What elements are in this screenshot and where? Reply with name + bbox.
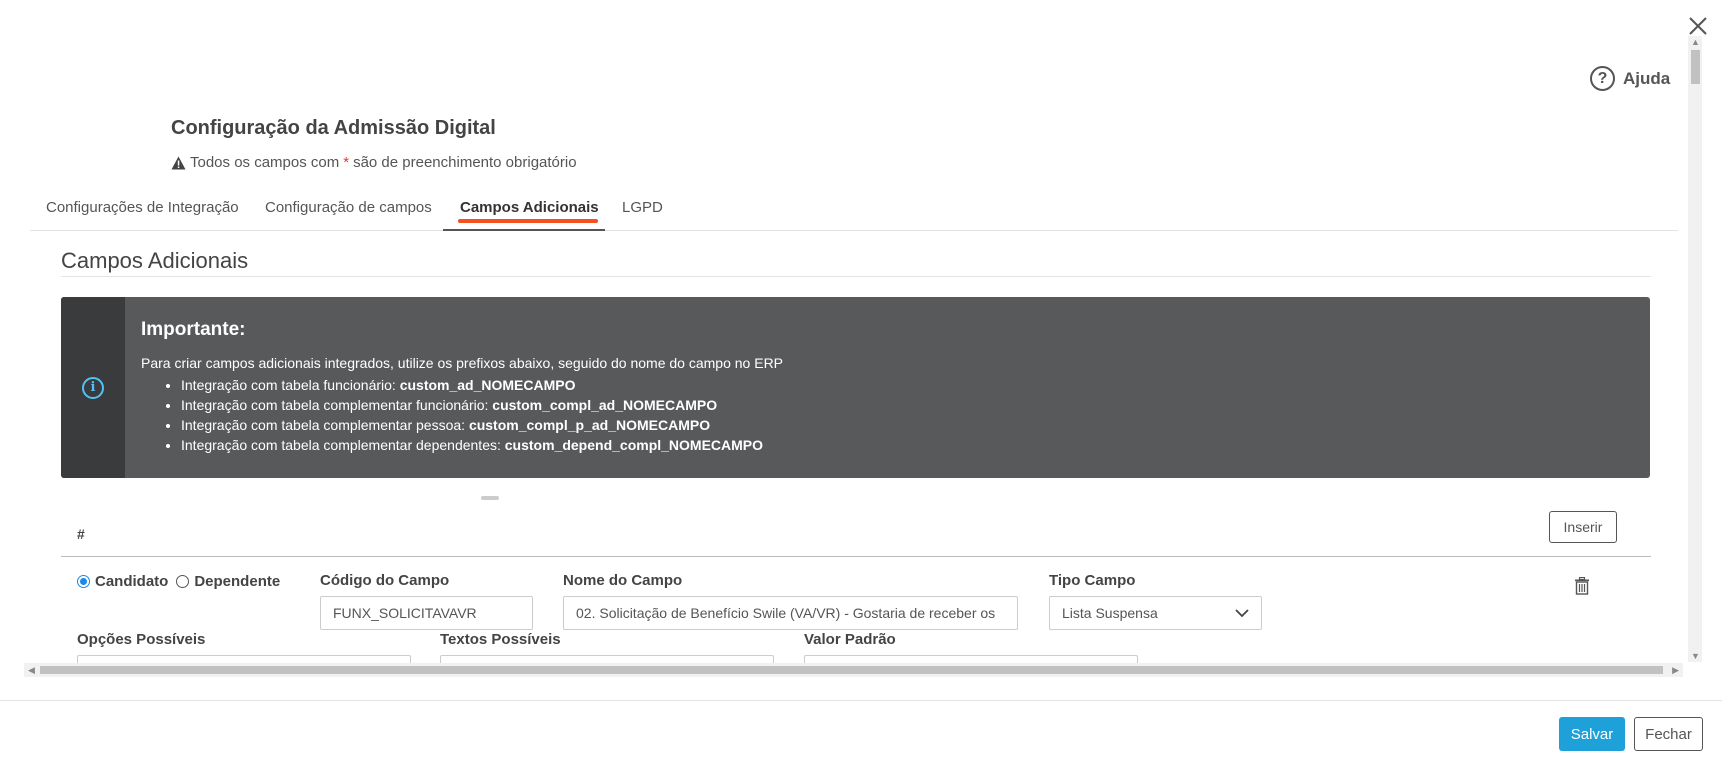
alert-item-text: Integração com tabela complementar funci… [181, 397, 493, 413]
tab-bar: Configurações de Integração Configuração… [30, 192, 1678, 231]
textos-possiveis-label: Textos Possíveis [440, 631, 561, 648]
alert-list-item: Integração com tabela complementar depen… [181, 435, 783, 455]
scroll-left-icon[interactable]: ◀ [28, 665, 35, 676]
alert-list-item: Integração com tabela complementar funci… [181, 395, 783, 415]
alert-text: Para criar campos adicionais integrados,… [141, 355, 784, 371]
important-alert: i Importante: Para criar campos adiciona… [61, 297, 1650, 478]
tipo-campo-label: Tipo Campo [1049, 572, 1136, 589]
alert-icon-panel: i [61, 297, 125, 478]
required-note: Todos os campos com * são de preenchimen… [171, 154, 577, 171]
alert-list-item: Integração com tabela complementar pesso… [181, 415, 783, 435]
table-header-hash: # [77, 526, 85, 542]
footer-divider [0, 700, 1722, 701]
scroll-up-icon[interactable]: ▲ [1691, 37, 1700, 47]
scroll-down-icon[interactable]: ▼ [1691, 651, 1700, 661]
tab-campos-adicionais[interactable]: Campos Adicionais [460, 199, 599, 216]
alert-list-item: Integração com tabela funcionário: custo… [181, 375, 783, 395]
alert-item-prefix: custom_compl_ad_NOMECAMPO [492, 397, 718, 413]
horizontal-scroll-thumb[interactable] [40, 666, 1663, 674]
table-header-divider [61, 556, 1651, 557]
trash-icon[interactable] [1574, 576, 1590, 595]
radio-candidato[interactable] [77, 575, 90, 588]
vertical-scrollbar[interactable]: ▲ ▼ [1688, 36, 1702, 662]
required-note-prefix: Todos os campos com [190, 154, 340, 171]
active-tab-border [443, 229, 605, 231]
drag-handle[interactable] [481, 496, 499, 500]
alert-item-text: Integração com tabela funcionário: [181, 377, 400, 393]
alert-item-prefix: custom_depend_compl_NOMECAMPO [504, 437, 764, 453]
close-button[interactable]: Fechar [1634, 717, 1703, 751]
radio-candidato-label[interactable]: Candidato [95, 573, 168, 590]
vertical-scroll-thumb[interactable] [1691, 50, 1700, 84]
tipo-campo-select[interactable]: Lista Suspensa [1049, 596, 1262, 630]
radio-dependente-label[interactable]: Dependente [194, 573, 280, 590]
required-star: * [343, 154, 350, 171]
save-button[interactable]: Salvar [1559, 717, 1625, 751]
nome-campo-label: Nome do Campo [563, 572, 683, 589]
info-icon: i [82, 376, 104, 399]
alert-item-prefix: custom_ad_NOMECAMPO [399, 377, 576, 393]
codigo-campo-label: Código do Campo [320, 572, 450, 589]
tab-configuracoes-integracao[interactable]: Configurações de Integração [46, 199, 239, 216]
opcoes-possiveis-label: Opções Possíveis [77, 631, 206, 648]
scroll-right-icon[interactable]: ▶ [1672, 665, 1679, 676]
alert-item-text: Integração com tabela complementar depen… [181, 437, 505, 453]
warning-icon [171, 156, 186, 169]
alert-body: Importante: Para criar campos adicionais… [141, 319, 783, 455]
help-label: Ajuda [1623, 68, 1671, 88]
insert-button[interactable]: Inserir [1549, 511, 1617, 543]
tipo-campo-value: Lista Suspensa [1062, 605, 1158, 621]
horizontal-scrollbar[interactable]: ◀ ▶ [24, 663, 1683, 677]
help-link[interactable]: ? Ajuda [1590, 66, 1670, 91]
alert-item-text: Integração com tabela complementar pesso… [181, 417, 469, 433]
radio-dependente[interactable] [176, 575, 190, 588]
valor-padrao-label: Valor Padrão [804, 631, 896, 648]
required-note-suffix: são de preenchimento obrigatório [353, 154, 577, 171]
tab-lgpd[interactable]: LGPD [622, 199, 663, 216]
chevron-down-icon [1235, 608, 1249, 617]
active-tab-indicator [458, 219, 598, 223]
help-icon: ? [1590, 66, 1615, 91]
alert-item-prefix: custom_compl_p_ad_NOMECAMPO [468, 417, 711, 433]
section-divider [61, 276, 1651, 277]
person-type-radio-group: Candidato Dependente [77, 573, 280, 590]
alert-list: Integração com tabela funcionário: custo… [141, 375, 783, 455]
alert-title: Importante: [141, 319, 246, 340]
page-title: Configuração da Admissão Digital [171, 117, 496, 139]
tab-configuracao-campos[interactable]: Configuração de campos [265, 199, 432, 216]
codigo-campo-input[interactable]: FUNX_SOLICITAVAVR [320, 596, 533, 630]
section-title: Campos Adicionais [61, 248, 249, 273]
nome-campo-input[interactable]: 02. Solicitação de Benefício Swile (VA/V… [563, 596, 1018, 630]
